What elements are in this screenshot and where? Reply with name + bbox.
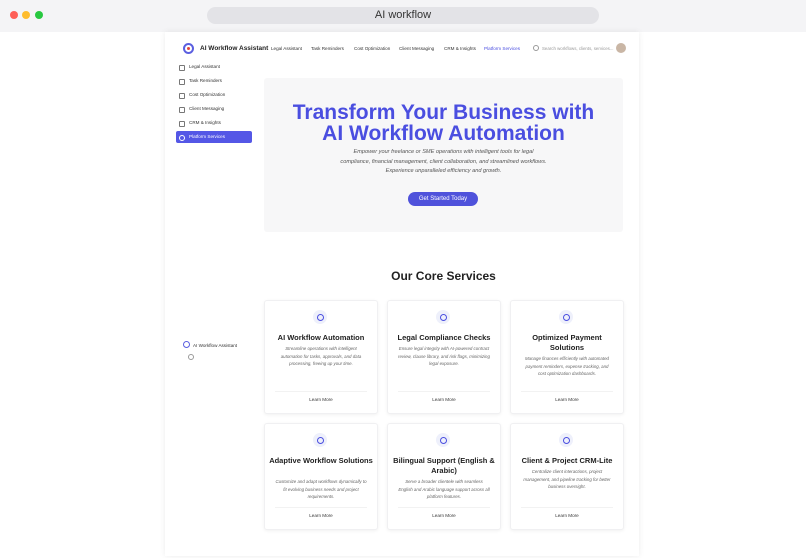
search-placeholder: Search workflows, clients, services... [542,46,614,51]
nav-link-messaging[interactable]: Client Messaging [399,46,434,51]
card-title: Bilingual Support (English & Arabic) [393,456,495,475]
card-desc: Serve a broader clientele with seamless … [398,479,490,500]
settings-icon[interactable] [188,354,194,360]
users-icon [559,433,573,447]
close-window-button[interactable] [10,11,18,19]
sidebar-item-platform[interactable]: Platform Services [176,131,252,143]
sidebar-item-cost[interactable]: Cost Optimization [176,89,252,101]
learn-more-link[interactable]: Learn More [275,507,367,518]
card-desc: Customize and adapt workflows dynamicall… [275,479,367,500]
message-icon [179,107,185,113]
dollar-icon [559,310,573,324]
learn-more-link[interactable]: Learn More [398,391,490,402]
workflow-icon [313,310,327,324]
service-card: Legal Compliance Checks Ensure legal int… [387,300,501,414]
card-title: Adaptive Workflow Solutions [269,456,373,465]
app-frame: AI Workflow Assistant Legal Assistant Ta… [165,32,639,556]
card-title: AI Workflow Automation [277,333,365,342]
get-started-button[interactable]: Get Started Today [408,192,478,206]
service-card: Adaptive Workflow Solutions Customize an… [264,423,378,530]
avatar[interactable] [616,43,626,53]
nav-link-platform[interactable]: Platform Services [484,46,520,51]
search-input[interactable]: Search workflows, clients, services... [533,45,615,54]
nav-link-crm[interactable]: CRM & Insights [444,46,476,51]
assistant-icon [183,341,190,348]
card-title: Optimized Payment Solutions [532,333,602,352]
sidebar-item-crm[interactable]: CRM & Insights [176,117,252,129]
chart-icon [179,93,185,99]
card-desc: Manage finances efficiently with automat… [525,356,609,377]
scale-icon [436,310,450,324]
card-title: Legal Compliance Checks [397,333,491,342]
learn-more-link[interactable]: Learn More [521,391,613,402]
hero-section: Transform Your Business with AI Workflow… [264,78,623,232]
brand-name[interactable]: AI Workflow Assistant [200,45,268,52]
services-title: Our Core Services [391,269,496,283]
learn-more-link[interactable]: Learn More [398,507,490,518]
learn-more-link[interactable]: Learn More [275,391,367,402]
nav-link-cost[interactable]: Cost Optimization [354,46,390,51]
sidebar: Legal Assistant Task Reminders Cost Opti… [165,58,258,556]
nav-link-tasks[interactable]: Task Reminders [311,46,344,51]
hero-subtitle: Empower your freelance or SME operations… [340,149,547,174]
grid-icon [179,135,185,141]
checklist-icon [179,79,185,85]
card-desc: Centralize client interactions, project … [523,469,611,490]
service-card: Bilingual Support (English & Arabic) Ser… [387,423,501,530]
hero-title-line2: AI Workflow Automation [322,122,565,145]
sidebar-item-label: Client Messaging [189,106,225,111]
card-desc: Ensure legal integrity with AI-powered c… [398,346,490,367]
sidebar-item-label: Task Reminders [189,78,222,83]
logo-icon [183,43,194,54]
service-card: Optimized Payment Solutions Manage finan… [510,300,624,414]
maximize-window-button[interactable] [35,11,43,19]
hero-title: Transform Your Business with AI Workflow… [264,102,623,144]
window-titlebar: AI workflow [0,0,806,32]
card-title: Client & Project CRM-Lite [521,456,613,465]
lightbulb-icon [313,433,327,447]
address-bar[interactable]: AI workflow [207,7,599,24]
sidebar-item-messaging[interactable]: Client Messaging [176,103,252,115]
sidebar-item-tasks[interactable]: Task Reminders [176,75,252,87]
sidebar-item-legal[interactable]: Legal Assistant [176,61,252,73]
minimize-window-button[interactable] [22,11,30,19]
sidebar-footer-label: AI Workflow Assistant [193,343,238,348]
card-desc: Streamline operations with intelligent a… [280,346,362,367]
service-card: Client & Project CRM-Lite Centralize cli… [510,423,624,530]
sidebar-item-label: CRM & Insights [189,120,221,125]
globe-icon [436,433,450,447]
sidebar-item-label: Platform Services [189,134,225,139]
learn-more-link[interactable]: Learn More [521,507,613,518]
search-icon [533,45,539,51]
sidebar-item-label: Cost Optimization [189,92,226,97]
document-icon [179,65,185,71]
service-card: AI Workflow Automation Streamline operat… [264,300,378,414]
hero-title-line1: Transform Your Business with [292,101,595,124]
sidebar-item-label: Legal Assistant [189,64,220,69]
users-icon [179,121,185,127]
sidebar-footer-brand[interactable]: AI Workflow Assistant [183,341,237,348]
nav-link-legal[interactable]: Legal Assistant [271,46,302,51]
